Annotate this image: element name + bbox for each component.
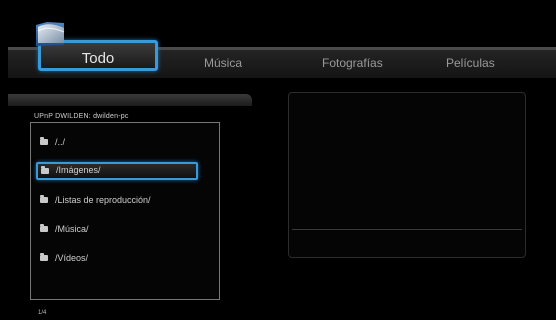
folder-icon	[40, 224, 48, 232]
folder-icon	[40, 195, 48, 203]
list-item[interactable]: /Listas de reproducción/	[36, 193, 196, 209]
preview-panel	[288, 92, 526, 258]
list-item-label: /Listas de reproducción/	[55, 195, 151, 205]
folder-icon	[36, 22, 65, 46]
list-item[interactable]: /Música/	[36, 222, 196, 238]
folder-icon	[40, 253, 48, 261]
list-item-label: /../	[55, 137, 66, 147]
tab-musica[interactable]: Música	[204, 56, 242, 70]
folder-icon	[41, 166, 49, 174]
tab-fotografias[interactable]: Fotografías	[322, 56, 383, 70]
list-item[interactable]: /../	[36, 135, 196, 151]
preview-divider	[292, 229, 522, 230]
list-item-label: /Vídeos/	[55, 253, 89, 263]
list-item[interactable]: /Vídeos/	[36, 251, 196, 267]
folder-icon	[40, 137, 48, 145]
page-indicator: 1/4	[38, 310, 47, 316]
file-panel-header	[8, 94, 252, 106]
server-path: UPnP DWILDEN: dwilden-pc	[34, 113, 129, 120]
list-item-label: /Música/	[55, 224, 89, 234]
tab-peliculas[interactable]: Películas	[446, 56, 495, 70]
list-item-selected[interactable]: /Imágenes/	[36, 162, 198, 180]
list-item-label: /Imágenes/	[56, 165, 101, 175]
media-browser-screen: Todo Música Fotografías Películas UPnP D…	[0, 0, 556, 320]
tab-todo-label: Todo	[81, 50, 115, 67]
